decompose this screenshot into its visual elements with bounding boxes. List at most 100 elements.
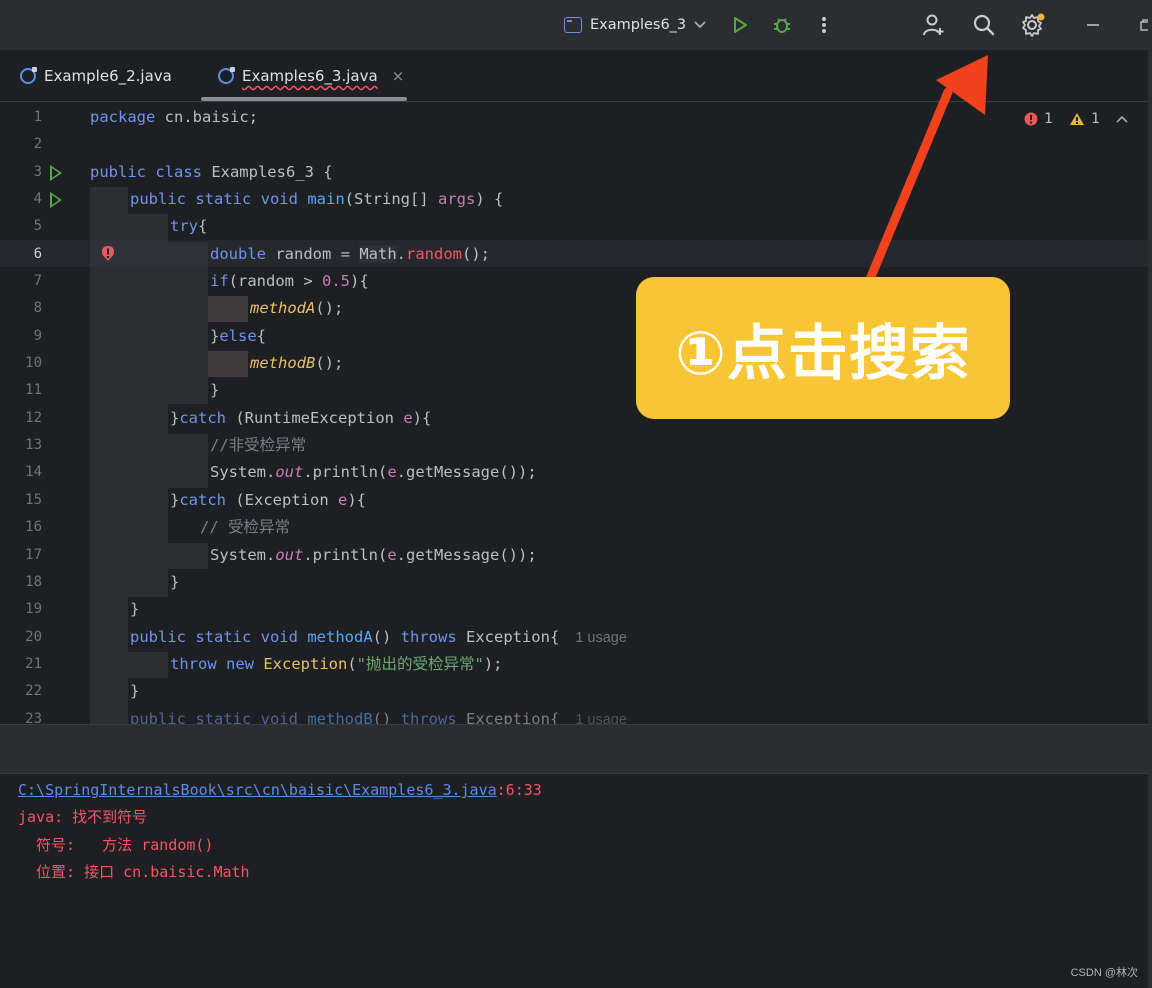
indent-guide: [168, 242, 208, 404]
editor-tab-bar: Example6_2.java Examples6_3.java ×: [0, 50, 1152, 102]
run-icon: [734, 17, 747, 33]
usages-hint[interactable]: 1 usage: [575, 630, 627, 646]
active-tab-indicator: [201, 97, 407, 101]
line-number: 1: [33, 109, 42, 125]
watermark: CSDN @林次: [1070, 967, 1138, 979]
gutter-line: 8: [0, 296, 88, 323]
java-class-icon: [20, 67, 37, 84]
code-line: System.out.println(e.getMessage());: [210, 463, 537, 481]
line-number: 16: [25, 519, 42, 535]
code-line: }: [170, 573, 180, 591]
code-line: public static void main(String[] args) {: [130, 190, 504, 208]
indent-guide: [128, 652, 168, 678]
line-number: 3: [33, 164, 42, 180]
error-marker-icon[interactable]: [101, 245, 115, 265]
chevron-up-icon[interactable]: [1116, 115, 1128, 123]
line-number: 4: [33, 191, 42, 207]
indent-guide: [168, 543, 208, 569]
minimize-button[interactable]: [1080, 12, 1106, 38]
gutter-line: 6: [0, 242, 130, 269]
gutter-line: 21: [0, 652, 88, 679]
usages-hint[interactable]: 1 usage: [575, 712, 627, 724]
run-gutter-icon[interactable]: [50, 192, 62, 208]
run-config-label: Examples6_3: [590, 17, 687, 33]
build-output-console[interactable]: C:\SpringInternalsBook\src\cn\baisic\Exa…: [0, 774, 1152, 988]
code-line: methodB();: [250, 354, 344, 372]
code-line: public static void methodA() throws Exce…: [130, 628, 627, 646]
more-actions-button[interactable]: [811, 12, 837, 38]
tab-examples6-3[interactable]: Examples6_3.java ×: [218, 50, 404, 102]
error-source-link[interactable]: C:\SpringInternalsBook\src\cn\baisic\Exa…: [18, 781, 497, 799]
gutter-line: 14: [0, 460, 88, 487]
line-number: 12: [25, 410, 42, 426]
search-button[interactable]: [971, 12, 997, 38]
code-line: throw new Exception("抛出的受检异常");: [170, 655, 503, 673]
annotation-text: ①点击搜索: [675, 318, 971, 389]
inspections-widget[interactable]: 1 1: [1024, 111, 1128, 127]
code-line: System.out.println(e.getMessage());: [210, 546, 537, 564]
window-edge: [1148, 0, 1152, 988]
code-line: }: [210, 381, 220, 399]
tab-example6-2[interactable]: Example6_2.java: [20, 50, 172, 102]
line-number: 2: [33, 136, 42, 152]
chevron-down-icon: [694, 21, 706, 29]
code-line: }: [130, 682, 140, 700]
gutter-line: 10: [0, 351, 88, 378]
minimize-icon: [1087, 24, 1099, 26]
gutter-line: 16: [0, 515, 88, 542]
code-line: }catch (RuntimeException e){: [170, 409, 432, 427]
code-line: package cn.baisic;: [90, 108, 258, 126]
line-number: 11: [25, 382, 42, 398]
run-button[interactable]: [727, 12, 753, 38]
indent-guide: [208, 296, 248, 322]
code-line: //非受检异常: [210, 436, 307, 454]
settings-button[interactable]: [1020, 12, 1046, 38]
code-line: public static void methodB() throws Exce…: [130, 706, 627, 724]
indent-guide: [128, 214, 168, 597]
debug-button[interactable]: [769, 12, 795, 38]
warning-count: 1: [1091, 111, 1100, 127]
java-class-icon: [218, 67, 235, 84]
run-config-icon: [564, 17, 582, 33]
line-number: 23: [25, 711, 42, 724]
gutter-line: 2: [0, 132, 88, 159]
add-user-icon: [923, 14, 944, 36]
run-gutter-icon[interactable]: [50, 165, 62, 181]
run-config-selector[interactable]: Examples6_3: [564, 12, 706, 38]
line-number: 22: [25, 683, 42, 699]
gutter-line: 17: [0, 543, 88, 570]
line-number: 6: [33, 246, 42, 262]
line-number: 20: [25, 629, 42, 645]
line-number: 18: [25, 574, 42, 590]
search-icon: [973, 14, 995, 36]
line-number: 7: [33, 273, 42, 289]
gutter-line: 23: [0, 707, 88, 724]
gutter-line: 12: [0, 406, 88, 433]
line-number: 10: [25, 355, 42, 371]
error-count: 1: [1044, 111, 1054, 127]
indent-guide: [168, 434, 208, 488]
warning-icon: [1070, 113, 1085, 125]
line-number: 13: [25, 437, 42, 453]
gutter-line: 3: [0, 160, 88, 187]
tool-window-header: [0, 724, 1152, 774]
gutter-line: 22: [0, 679, 88, 706]
line-number: 19: [25, 601, 42, 617]
title-bar: Examples6_3: [0, 0, 1152, 50]
more-icon: [822, 17, 826, 33]
code-with-me-button[interactable]: [921, 12, 947, 38]
console-line: 符号: 方法 random(): [18, 836, 214, 854]
gutter-line: 11: [0, 378, 88, 405]
tab-label: Example6_2.java: [44, 67, 172, 85]
error-icon: [1024, 112, 1038, 126]
line-number: 17: [25, 547, 42, 563]
code-line: }else{: [210, 327, 267, 345]
code-line: }: [130, 600, 140, 618]
gutter-line: 1: [0, 105, 88, 132]
line-number: 5: [33, 218, 42, 234]
close-icon[interactable]: ×: [392, 67, 405, 85]
console-line: C:\SpringInternalsBook\src\cn\baisic\Exa…: [18, 781, 542, 799]
line-number: 8: [33, 300, 42, 316]
line-number: 14: [25, 464, 42, 480]
line-number: 21: [25, 656, 42, 672]
